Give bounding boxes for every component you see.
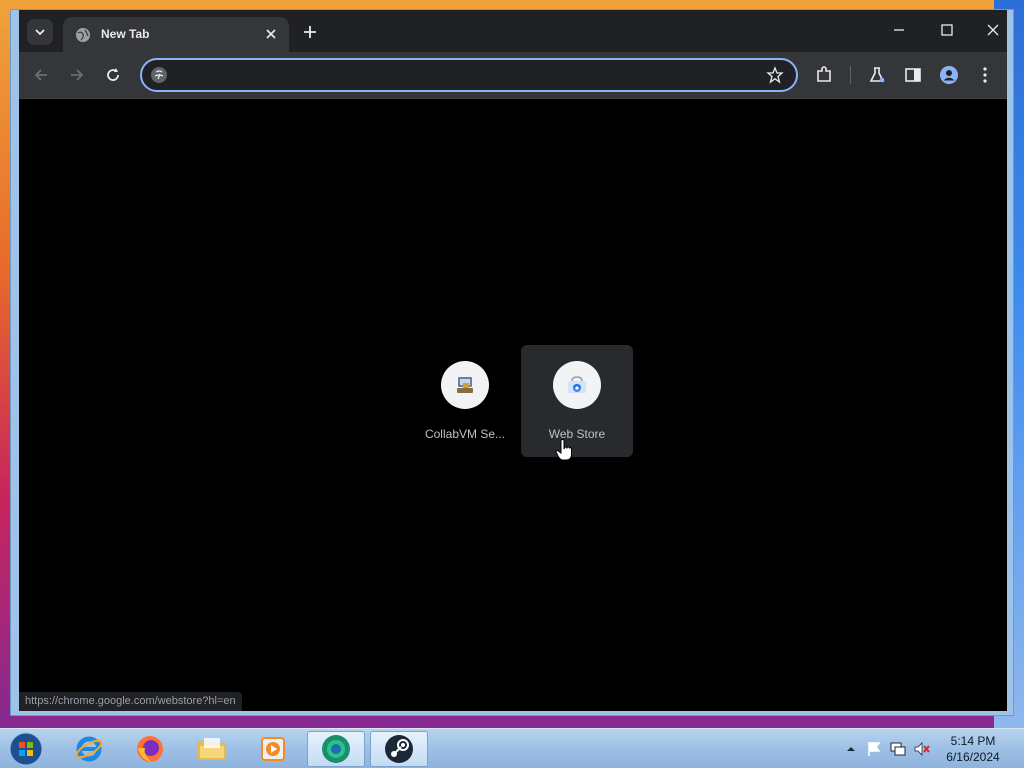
file-explorer-icon [198,738,226,760]
chevron-down-icon [35,29,45,36]
taskbar-chrome[interactable] [307,731,365,767]
shortcut-icon-container [553,361,601,409]
bookmark-star-icon[interactable] [766,66,784,84]
start-button[interactable] [6,731,46,767]
taskbar: 5:14 PM 6/16/2024 [0,728,1024,768]
steam-icon [385,735,413,763]
tab-search-button[interactable] [27,19,53,45]
action-center-flag-icon[interactable] [865,740,883,758]
toolbar-separator [19,98,1007,99]
firefox-icon [137,736,163,762]
show-hidden-icons-icon[interactable] [845,740,857,758]
toolbar-divider [850,66,851,84]
minimize-icon[interactable] [889,20,909,40]
labs-flask-icon[interactable] [867,65,887,85]
new-tab-plus-icon[interactable] [301,23,319,41]
chrome-icon [322,735,350,763]
close-tab-icon[interactable] [263,26,279,42]
chrome-browser: New Tab CollabVM Se... Web Store https:/… [19,10,1007,711]
close-window-icon[interactable] [983,20,1003,40]
shortcut-label: CollabVM Se... [424,427,506,441]
volume-muted-icon[interactable] [913,740,931,758]
taskbar-steam[interactable] [370,731,428,767]
taskbar-media-player[interactable] [244,731,302,767]
shortcut-label: Web Store [548,427,606,441]
taskbar-file-explorer[interactable] [183,731,241,767]
address-bar[interactable] [140,58,798,92]
hand-cursor-icon [555,439,572,461]
internet-explorer-icon [75,736,103,762]
site-info-icon[interactable] [150,66,168,84]
reload-icon[interactable] [103,65,123,85]
shortcut-web-store[interactable]: Web Store [521,345,633,457]
browser-window: New Tab CollabVM Se... Web Store https:/… [10,9,1014,716]
media-player-icon [261,737,285,761]
windows-start-orb-icon [9,732,43,766]
globe-icon [76,28,90,42]
clock-date: 6/16/2024 [946,750,1000,764]
web-store-icon [568,376,586,393]
status-url: https://chrome.google.com/webstore?hl=en [25,695,236,707]
status-bubble: https://chrome.google.com/webstore?hl=en [19,692,242,711]
network-icon[interactable] [889,740,907,758]
maximize-icon[interactable] [937,20,957,40]
shortcut-icon-container [441,361,489,409]
back-arrow-icon[interactable] [31,65,51,85]
forward-arrow-icon[interactable] [67,65,87,85]
tab-new-tab[interactable]: New Tab [63,17,289,52]
clock-time: 5:14 PM [950,734,996,748]
shortcut-collabvm[interactable]: CollabVM Se... [409,345,521,457]
taskbar-firefox[interactable] [121,731,179,767]
menu-kebab-icon[interactable] [975,65,995,85]
extensions-puzzle-icon[interactable] [814,65,834,85]
browser-toolbar [19,52,1007,98]
profile-avatar-icon[interactable] [939,65,959,85]
tab-strip: New Tab [19,10,1007,52]
side-panel-icon[interactable] [903,65,923,85]
taskbar-internet-explorer[interactable] [60,731,118,767]
tab-title: New Tab [101,27,150,41]
address-input[interactable] [174,65,754,85]
taskbar-clock[interactable]: 5:14 PM 6/16/2024 [938,733,1008,765]
collabvm-icon [457,377,473,393]
